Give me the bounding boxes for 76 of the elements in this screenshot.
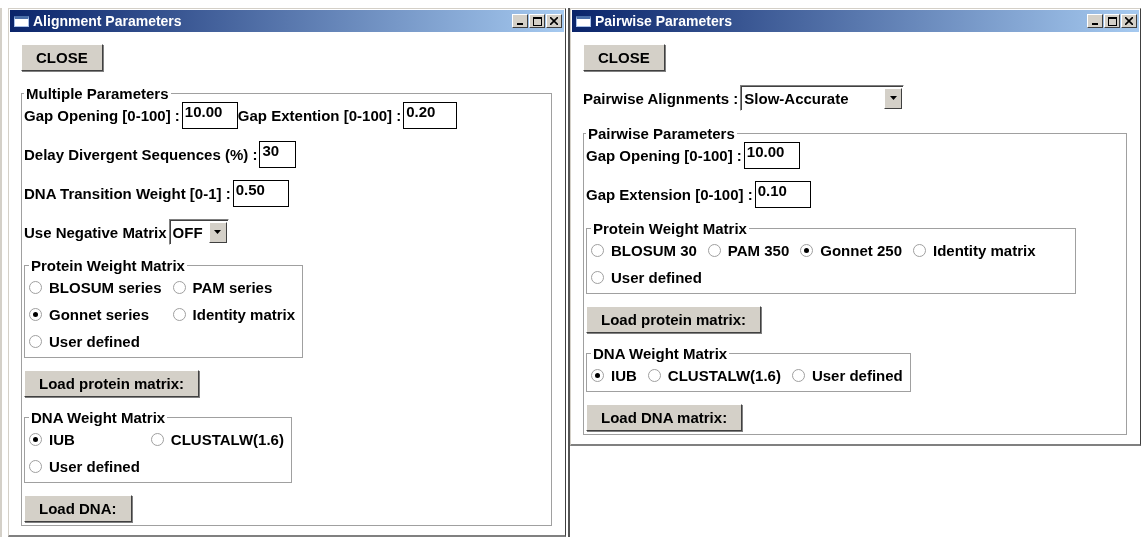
radio-button[interactable] <box>29 308 42 321</box>
input-field[interactable]: 10.00 <box>743 142 800 169</box>
minimize-button[interactable] <box>512 14 528 28</box>
input-field[interactable]: 0.10 <box>754 181 811 208</box>
radio-button[interactable] <box>591 369 604 382</box>
load-button[interactable]: Load protein matrix: <box>586 306 761 333</box>
close-button[interactable] <box>1121 14 1137 28</box>
radio-button[interactable] <box>800 244 814 257</box>
radio-option[interactable]: Identity matrix <box>172 301 299 328</box>
close-icon <box>550 17 558 25</box>
radio-option[interactable]: BLOSUM 30 <box>591 237 700 264</box>
radio-button[interactable] <box>707 244 721 257</box>
field-label: Gap Opening [0-100] : <box>24 107 180 124</box>
input-field[interactable]: 0.20 <box>403 102 458 129</box>
dropdown[interactable]: OFF <box>168 219 229 245</box>
group-title: Protein Weight Matrix <box>30 257 186 274</box>
radio-option[interactable]: User defined <box>591 264 705 291</box>
field-label: Gap Opening [0-100] : <box>586 147 742 164</box>
radio-button[interactable] <box>591 271 604 284</box>
field-label: Use Negative Matrix <box>24 223 167 241</box>
caret-icon <box>214 230 222 234</box>
radio-option[interactable]: IUB <box>29 426 143 453</box>
radio-button[interactable] <box>29 281 42 294</box>
window-icon <box>14 15 29 27</box>
maximize-icon <box>532 16 542 26</box>
window-title: Pairwise Parameters <box>595 13 733 29</box>
field-label: Pairwise Alignments : <box>583 89 739 107</box>
radio-option[interactable]: Identity matrix <box>912 237 1039 264</box>
radio-option[interactable]: User defined <box>29 328 165 355</box>
group-title: DNA Weight Matrix <box>30 409 167 426</box>
load-button[interactable]: Load protein matrix: <box>24 370 199 397</box>
radio-button[interactable] <box>647 369 661 382</box>
group-title: Multiple Parameters <box>25 85 170 102</box>
input-field[interactable]: 0.50 <box>232 180 289 207</box>
radio-option[interactable]: User defined <box>791 362 906 389</box>
radio-button[interactable] <box>912 244 926 257</box>
radio-option[interactable]: BLOSUM series <box>29 274 165 301</box>
field-label: DNA Transition Weight [0-1] : <box>24 185 231 202</box>
load-button[interactable]: Load DNA matrix: <box>586 404 743 431</box>
minimize-button[interactable] <box>1087 14 1103 28</box>
caret-icon <box>889 96 897 100</box>
close-button[interactable]: CLOSE <box>21 44 103 71</box>
field-label: Gap Extension [0-100] : <box>586 186 753 203</box>
radio-option[interactable]: CLUSTALW(1.6) <box>150 426 287 453</box>
radio-button[interactable] <box>172 308 186 321</box>
radio-button[interactable] <box>29 433 42 446</box>
radio-option[interactable]: IUB <box>591 362 640 389</box>
group-title: DNA Weight Matrix <box>592 345 729 362</box>
radio-option[interactable]: Gonnet series <box>29 301 165 328</box>
input-field[interactable]: 30 <box>259 141 297 168</box>
maximize-button[interactable] <box>1104 14 1120 28</box>
close-button[interactable]: CLOSE <box>583 44 665 71</box>
radio-button[interactable] <box>29 335 42 348</box>
group-title: Protein Weight Matrix <box>592 220 748 237</box>
radio-option[interactable]: Gonnet 250 <box>800 237 905 264</box>
window-icon <box>576 15 591 27</box>
group-title: Pairwise Parameters <box>587 125 736 142</box>
radio-button[interactable] <box>172 281 186 294</box>
radio-option[interactable]: CLUSTALW(1.6) <box>647 362 784 389</box>
radio-option[interactable]: User defined <box>29 453 143 480</box>
field-label: Gap Extention [0-100] : <box>237 107 402 124</box>
input-field[interactable]: 10.00 <box>181 102 238 129</box>
radio-option[interactable]: PAM series <box>172 274 299 301</box>
field-label: Delay Divergent Sequences (%) : <box>24 146 258 163</box>
load-button[interactable]: Load DNA: <box>24 495 132 522</box>
close-button[interactable] <box>546 14 562 28</box>
maximize-button[interactable] <box>529 14 545 28</box>
close-icon <box>1125 17 1133 25</box>
radio-button[interactable] <box>591 244 604 257</box>
maximize-icon <box>1107 16 1117 26</box>
dropdown[interactable]: Slow-Accurate <box>740 85 905 111</box>
radio-button[interactable] <box>150 433 164 446</box>
radio-button[interactable] <box>791 369 805 382</box>
radio-button[interactable] <box>29 460 42 473</box>
window-title: Alignment Parameters <box>33 13 183 29</box>
radio-option[interactable]: PAM 350 <box>707 237 793 264</box>
